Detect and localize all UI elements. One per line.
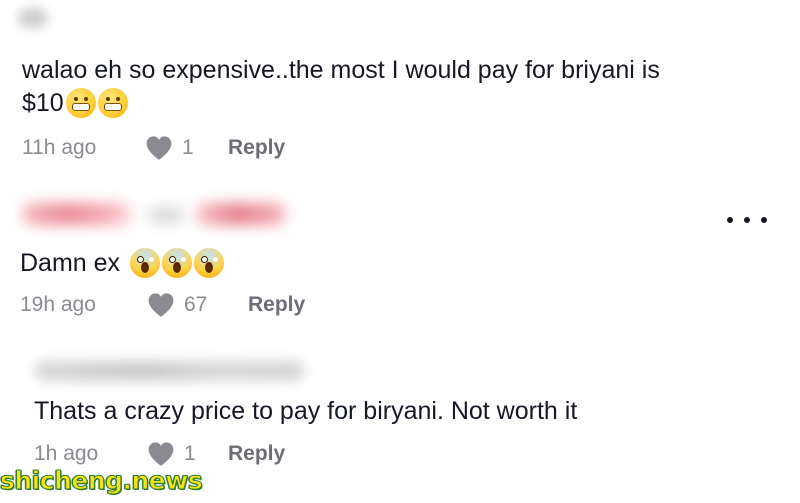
comment-timestamp: 1h ago [34, 442, 99, 465]
comment-text-continued: $10 [22, 88, 128, 118]
heart-icon [146, 136, 172, 160]
comment-meta: 11h ago 1 Reply [22, 135, 285, 161]
reply-button[interactable]: Reply [248, 293, 305, 317]
reply-button[interactable]: Reply [228, 136, 285, 160]
comment-text: walao eh so expensive..the most I would … [22, 56, 660, 84]
screaming-face-icon [130, 248, 161, 278]
watermark: shicheng.news [0, 466, 203, 496]
comment-timestamp: 19h ago [20, 293, 96, 316]
blurred-username [196, 203, 286, 225]
comment-text: Damn ex [20, 248, 225, 278]
grimacing-face-icon [97, 88, 128, 118]
like-button[interactable]: 1 [144, 135, 228, 161]
comment-text: Thats a crazy price to pay for biryani. … [34, 397, 578, 425]
screaming-face-icon [162, 248, 193, 278]
like-count: 1 [184, 442, 196, 465]
blurred-username [18, 8, 48, 28]
grimacing-face-icon [65, 88, 96, 118]
like-count: 1 [182, 136, 194, 159]
blurred-username [148, 207, 184, 223]
reply-button[interactable]: Reply [228, 442, 285, 466]
comments-panel: walao eh so expensive..the most I would … [0, 0, 800, 503]
comment-meta: 1h ago 1 Reply [34, 441, 285, 467]
comment-body: Damn ex [20, 249, 121, 277]
blurred-username [34, 361, 304, 381]
like-count: 67 [184, 293, 208, 316]
comment-meta: 19h ago 67 Reply [20, 292, 305, 318]
like-button[interactable]: 1 [146, 441, 228, 467]
comment-timestamp: 11h ago [22, 136, 97, 159]
more-horizontal-icon[interactable] [727, 210, 767, 230]
comment-text-price: $10 [22, 89, 64, 117]
heart-icon [148, 442, 174, 466]
screaming-face-icon [194, 248, 225, 278]
heart-icon [148, 293, 174, 317]
like-button[interactable]: 67 [146, 292, 248, 318]
blurred-username [22, 203, 132, 225]
